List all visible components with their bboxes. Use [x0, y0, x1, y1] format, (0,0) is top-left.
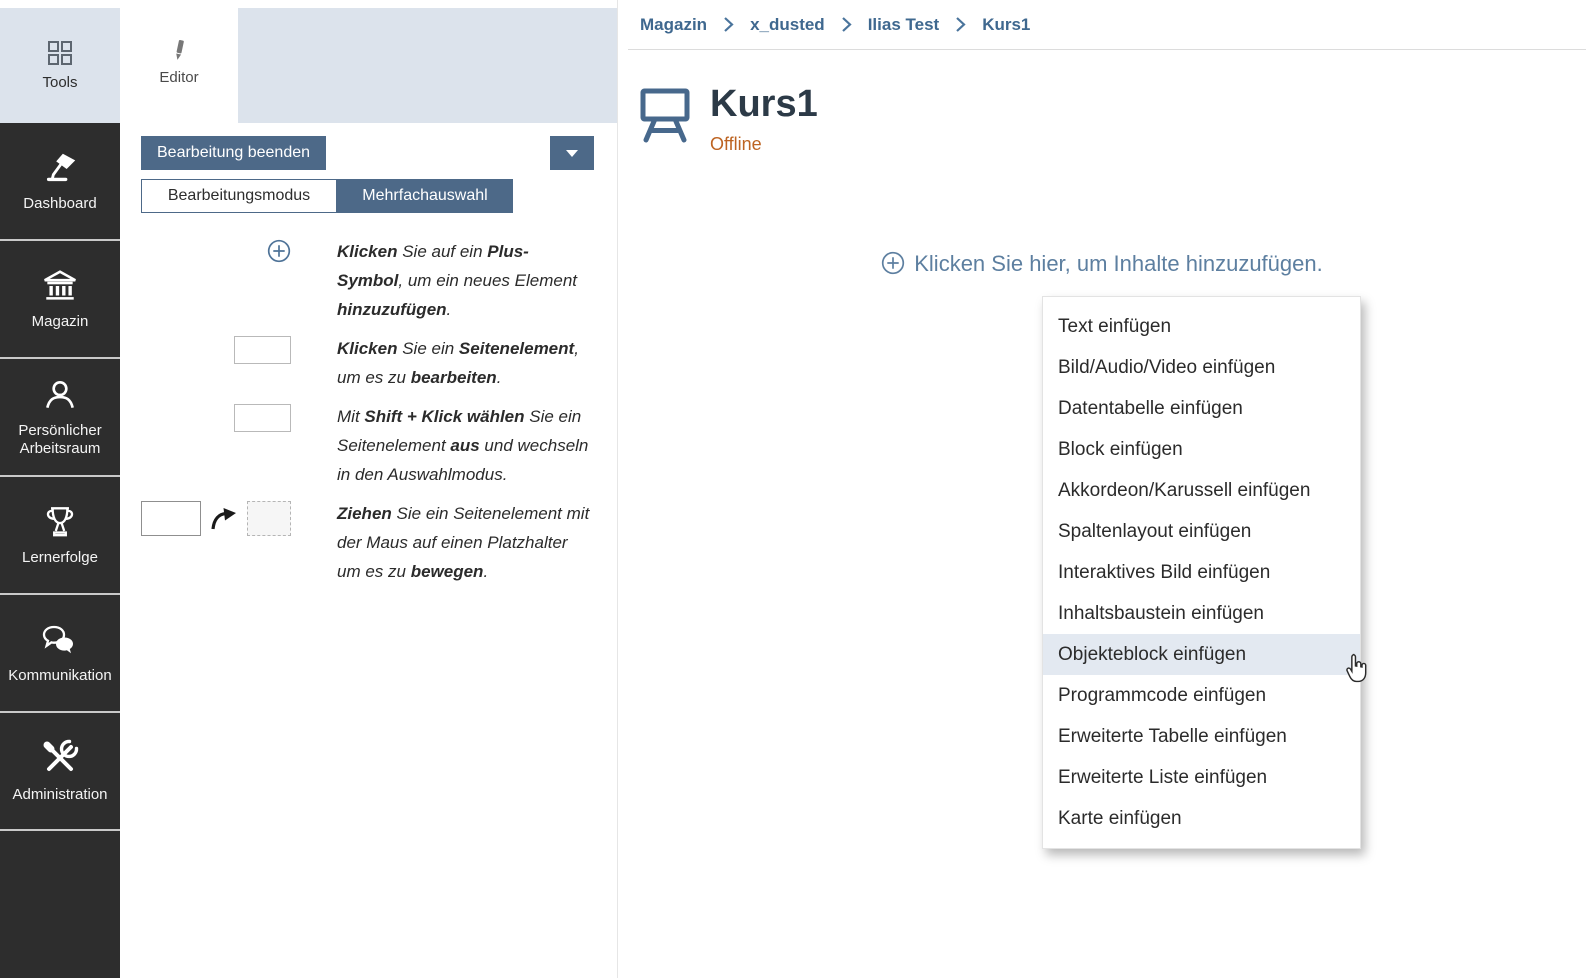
- sidebar-filler: [0, 831, 120, 978]
- sidebar-item-label: Administration: [12, 786, 107, 804]
- menu-item-karte-einfügen[interactable]: Karte einfügen: [1043, 798, 1360, 839]
- menu-item-datentabelle-einfügen[interactable]: Datentabelle einfügen: [1043, 388, 1360, 429]
- sidebar-item-label: Magazin: [32, 313, 89, 331]
- pencil-icon: [171, 38, 187, 62]
- insert-content-menu: Text einfügenBild/Audio/Video einfügenDa…: [1042, 296, 1361, 849]
- instruction-row: Klicken Sie ein Seitenelement, um es zu …: [141, 334, 594, 392]
- menu-item-text-einfügen[interactable]: Text einfügen: [1043, 306, 1360, 347]
- insert-content-menu-list: Text einfügenBild/Audio/Video einfügenDa…: [1043, 306, 1360, 839]
- trophy-icon: [41, 503, 79, 541]
- breadcrumb-link-ilias-test[interactable]: Ilias Test: [868, 15, 940, 35]
- sidebar-item-lernerfolge[interactable]: Lernerfolge: [0, 477, 120, 595]
- add-content-link[interactable]: Klicken Sie hier, um Inhalte hinzuzufüge…: [618, 251, 1586, 277]
- sidebar-item-magazin[interactable]: Magazin: [0, 241, 120, 359]
- menu-item-objekteblock-einfügen[interactable]: Objekteblock einfügen: [1043, 634, 1360, 675]
- bank-icon: [41, 267, 79, 305]
- tab-bar-filler: [238, 8, 617, 123]
- breadcrumb: Magazin x_dusted Ilias Test Kurs1: [628, 0, 1586, 50]
- breadcrumb-link-kurs1[interactable]: Kurs1: [982, 15, 1030, 35]
- menu-item-block-einfügen[interactable]: Block einfügen: [1043, 429, 1360, 470]
- tools-label: Tools: [42, 74, 77, 92]
- instruction-text: Klicken Sie ein Seitenelement, um es zu …: [337, 334, 593, 392]
- sidebar-item-kommunikation[interactable]: Kommunikation: [0, 595, 120, 713]
- editor-panel-body: Bearbeitung beenden Bearbeitungsmodus Me…: [120, 123, 617, 586]
- instruction-row: Klicken Sie auf ein Plus-Symbol, um ein …: [141, 237, 594, 324]
- add-content-label: Klicken Sie hier, um Inhalte hinzuzufüge…: [914, 251, 1322, 276]
- editor-slate-panel: Editor Bearbeitung beenden Bearbeitungsm…: [120, 0, 618, 978]
- page-title: Kurs1: [710, 83, 818, 125]
- caret-down-icon: [565, 148, 579, 158]
- toggle-editing-mode[interactable]: Bearbeitungsmodus: [141, 179, 337, 213]
- sidebar-item-tools[interactable]: Tools: [0, 8, 120, 123]
- sidebar-item-label: Dashboard: [23, 195, 96, 213]
- page-element-box: [141, 501, 201, 536]
- chevron-right-icon: [723, 16, 734, 33]
- editor-tab-bar: Editor: [120, 0, 617, 123]
- editor-tab-label: Editor: [159, 69, 198, 86]
- page-element-box: [234, 336, 291, 364]
- page-header: Kurs1 Offline: [618, 50, 1586, 155]
- grid-icon: [46, 39, 74, 67]
- instruction-text: Klicken Sie auf ein Plus-Symbol, um ein …: [337, 237, 593, 324]
- instruction-row: Mit Shift + Klick wählen Sie ein Seitene…: [141, 402, 594, 489]
- instruction-text: Ziehen Sie ein Seitenelement mit der Mau…: [337, 499, 593, 586]
- editor-actions-dropdown-button[interactable]: [550, 136, 594, 170]
- sidebar-item-label: Kommunikation: [8, 667, 111, 685]
- instruction-row: Ziehen Sie ein Seitenelement mit der Mau…: [141, 499, 594, 586]
- sidebar-item-persönlicher-arbeitsraum[interactable]: Persönlicher Arbeitsraum: [0, 359, 120, 477]
- menu-item-akkordeon-karussell-einfügen[interactable]: Akkordeon/Karussell einfügen: [1043, 470, 1360, 511]
- chat-icon: [40, 621, 80, 659]
- plus-circle-icon: [267, 239, 291, 263]
- menu-item-erweiterte-liste-einfügen[interactable]: Erweiterte Liste einfügen: [1043, 757, 1360, 798]
- main-content: Magazin x_dusted Ilias Test Kurs1 Kurs1 Off…: [618, 0, 1586, 978]
- finish-editing-button[interactable]: Bearbeitung beenden: [141, 136, 326, 170]
- person-icon: [41, 376, 79, 414]
- course-board-icon: [638, 85, 692, 145]
- menu-item-spaltenlayout-einfügen[interactable]: Spaltenlayout einfügen: [1043, 511, 1360, 552]
- sidebar-item-administration[interactable]: Administration: [0, 713, 120, 831]
- sidebar-item-label: Persönlicher Arbeitsraum: [4, 422, 116, 458]
- status-badge: Offline: [710, 134, 818, 155]
- sidebar-items: Dashboard Magazin Persönlicher Arbeitsra…: [0, 123, 120, 978]
- menu-item-bild-audio-video-einfügen[interactable]: Bild/Audio/Video einfügen: [1043, 347, 1360, 388]
- drop-placeholder-box: [247, 501, 291, 536]
- editing-instructions: Klicken Sie auf ein Plus-Symbol, um ein …: [141, 237, 594, 586]
- menu-item-erweiterte-tabelle-einfügen[interactable]: Erweiterte Tabelle einfügen: [1043, 716, 1360, 757]
- page-element-box: [234, 404, 291, 432]
- menu-item-interaktives-bild-einfügen[interactable]: Interaktives Bild einfügen: [1043, 552, 1360, 593]
- toggle-multi-select[interactable]: Mehrfachauswahl: [337, 179, 513, 213]
- breadcrumb-link-magazin[interactable]: Magazin: [640, 15, 707, 35]
- sidebar-item-label: Lernerfolge: [22, 549, 98, 567]
- sidebar-item-dashboard[interactable]: Dashboard: [0, 123, 120, 241]
- lamp-icon: [41, 149, 79, 187]
- plus-circle-icon: [881, 251, 905, 275]
- chevron-right-icon: [841, 16, 852, 33]
- mode-toggle-group: Bearbeitungsmodus Mehrfachauswahl: [141, 179, 594, 213]
- menu-item-inhaltsbaustein-einfügen[interactable]: Inhaltsbaustein einfügen: [1043, 593, 1360, 634]
- breadcrumb-link-x-dusted[interactable]: x_dusted: [750, 15, 825, 35]
- menu-item-programmcode-einfügen[interactable]: Programmcode einfügen: [1043, 675, 1360, 716]
- drag-arrow-icon: [211, 507, 237, 530]
- chevron-right-icon: [955, 16, 966, 33]
- instruction-text: Mit Shift + Klick wählen Sie ein Seitene…: [337, 402, 593, 489]
- app-root: Tools Dashboard Magazin Persönlicher Arb…: [0, 0, 1586, 978]
- main-icon-sidebar: Tools Dashboard Magazin Persönlicher Arb…: [0, 0, 120, 978]
- wrench-screwdriver-icon: [40, 738, 80, 778]
- tab-editor[interactable]: Editor: [120, 0, 238, 123]
